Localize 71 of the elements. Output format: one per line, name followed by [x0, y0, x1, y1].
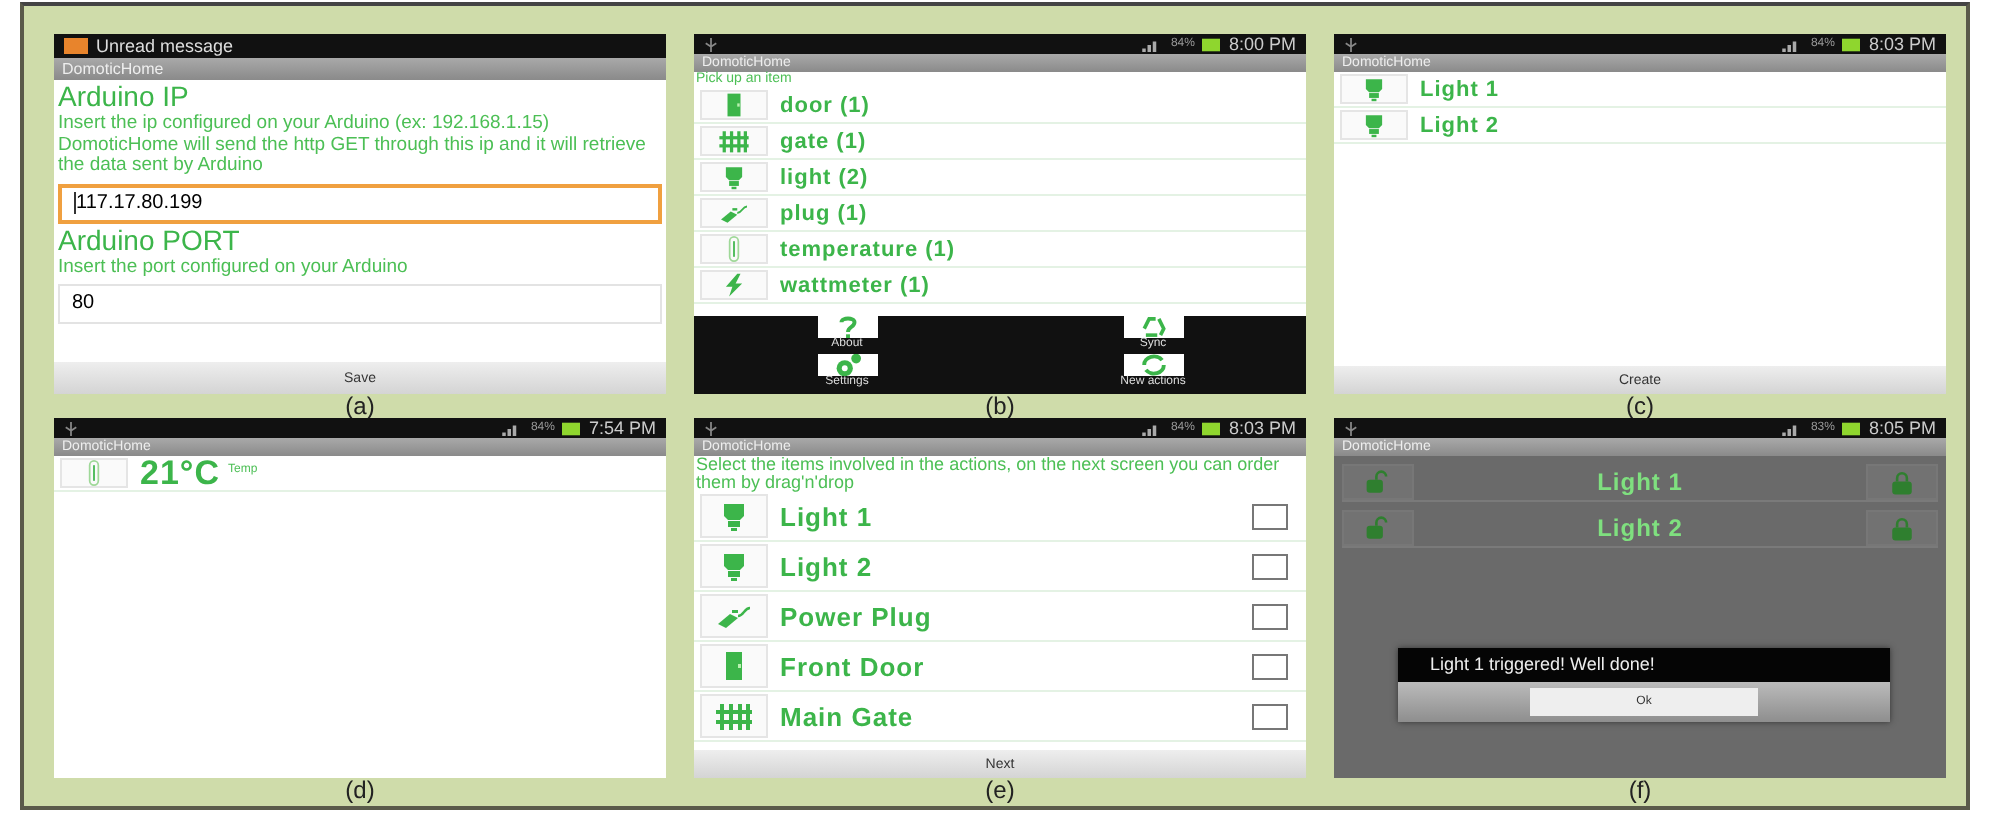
item-label: Front Door: [780, 651, 927, 681]
input-field[interactable]: 117.17.80.199: [58, 183, 662, 223]
panel-caption: (d): [343, 778, 377, 802]
checkbox[interactable]: [1252, 503, 1288, 529]
usb-icon: [704, 421, 718, 435]
battery-icon: [1842, 421, 1861, 435]
notification-text: Unread message: [96, 36, 234, 56]
item-label: light (2): [780, 165, 869, 189]
usb-icon: [1344, 37, 1358, 51]
section-description: Insert the port configured on your Arduino: [58, 257, 410, 278]
envelope-icon: [64, 38, 88, 54]
item-label: Main Gate: [780, 701, 916, 731]
device-name: Light 2: [1595, 514, 1685, 542]
item-label: Light 2: [1420, 113, 1500, 137]
fence-icon: [716, 128, 752, 154]
list-item[interactable]: Light 1: [1334, 72, 1946, 108]
battery-icon: [1202, 37, 1221, 51]
clock-time: 8:03 PM: [1868, 34, 1936, 54]
clock-time: 8:00 PM: [1228, 34, 1296, 54]
panel-caption: (f): [1626, 778, 1654, 802]
checkbox[interactable]: [1252, 703, 1288, 729]
battery-icon: [1202, 421, 1221, 435]
panel-caption: (e): [983, 778, 1017, 802]
list-item[interactable]: Main Gate: [694, 692, 1306, 742]
item-label: Power Plug: [780, 601, 934, 631]
app-title: DomoticHome: [62, 60, 164, 78]
fence-icon: [712, 700, 756, 732]
clock-time: 8:03 PM: [1228, 418, 1296, 438]
battery-icon: [1842, 37, 1861, 51]
checkbox[interactable]: [1252, 653, 1288, 679]
item-label: 21°C: [140, 453, 220, 493]
usb-icon: [704, 37, 718, 51]
list-item[interactable]: Light 2: [694, 542, 1306, 592]
item-label: Light 1: [1420, 77, 1500, 101]
item-label: door (1): [780, 93, 870, 117]
list-item[interactable]: Power Plug: [694, 592, 1306, 642]
section-heading: Arduino PORT: [58, 223, 242, 257]
input-field[interactable]: 80: [58, 284, 662, 324]
section-heading: Arduino IP: [58, 80, 191, 114]
device-name: Light 1: [1595, 468, 1685, 496]
item-label: Light 1: [780, 501, 875, 531]
checkbox[interactable]: [1252, 553, 1288, 579]
item-label: Light 2: [780, 551, 875, 581]
hint-text: Select the items involved in the actions, on the next screen you can order them by drag'n'drop: [694, 456, 1282, 492]
thermometer-icon: [88, 460, 100, 486]
item-label: wattmeter (1): [780, 273, 930, 297]
list-item[interactable]: Front Door: [694, 642, 1306, 692]
checkbox[interactable]: [1252, 603, 1288, 629]
list-item[interactable]: light (2): [694, 160, 1306, 196]
item-label: gate (1): [780, 129, 867, 153]
clock-time: 7:54 PM: [588, 418, 656, 438]
battery-icon: [562, 421, 581, 435]
section-description: Insert the ip configured on your Arduino (ex: 192.168.1.15) DomoticHome will send the http GET through this ip and it will retrieve the data sent by Arduino: [58, 114, 648, 177]
list-item[interactable]: Light 2: [1334, 108, 1946, 144]
panel-caption: (a): [343, 394, 377, 418]
list-item[interactable]: temperature (1): [694, 232, 1306, 268]
item-label: plug (1): [780, 201, 868, 225]
item-label: temperature (1): [780, 237, 956, 261]
usb-icon: [64, 421, 78, 435]
list-item[interactable]: plug (1): [694, 196, 1306, 232]
list-item[interactable]: gate (1): [694, 124, 1306, 160]
list-item[interactable]: wattmeter (1): [694, 268, 1306, 304]
usb-icon: [1344, 421, 1358, 435]
list-item[interactable]: Light 1: [694, 492, 1306, 542]
panel-caption: (b): [983, 394, 1017, 418]
dialog-message: Light 1 triggered! Well done!: [1398, 648, 1890, 682]
thermometer-icon: [728, 236, 740, 262]
plug-icon: [716, 200, 752, 226]
list-item[interactable]: door (1): [694, 88, 1306, 124]
panel-caption: (c): [1624, 394, 1656, 418]
clock-time: 8:05 PM: [1868, 418, 1936, 438]
